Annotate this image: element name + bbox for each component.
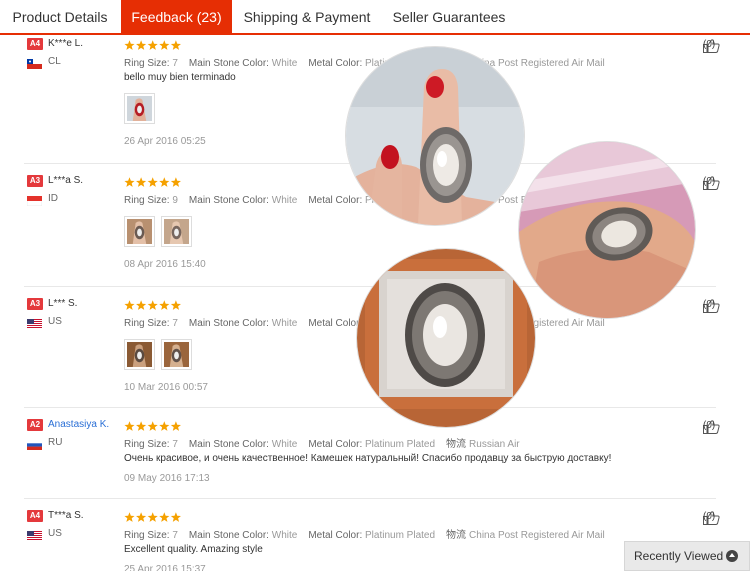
buyer-level-badge: A3	[27, 175, 43, 187]
stone-color-value: White	[271, 58, 298, 69]
review-photo-thumbnail[interactable]	[124, 216, 155, 247]
helpful-button[interactable]: (0)	[684, 298, 732, 313]
ring-size-label: Ring Size:	[124, 439, 170, 450]
ring-size-value: 7	[172, 318, 178, 329]
review-date: 10 Mar 2016 00:57	[124, 382, 208, 393]
stone-color-value: White	[271, 195, 298, 206]
buyer-name: T***a S.	[48, 510, 84, 521]
stone-color-label: Main Stone Color:	[188, 318, 269, 329]
buyer-name: L*** S.	[48, 298, 78, 309]
review-comment: Excellent quality. Amazing style	[124, 544, 263, 555]
order-attributes: Ring Size: 7 Main Stone Color: White Metal…	[124, 435, 531, 450]
metal-color-label: Metal Color:	[308, 318, 363, 329]
tab-product-details[interactable]: Product Details	[0, 0, 120, 34]
helpful-button[interactable]: (0)	[684, 175, 732, 190]
review-divider	[24, 498, 716, 499]
ring-size-value: 9	[172, 195, 178, 206]
ring-size-value: 7	[172, 530, 178, 541]
ring-size-label: Ring Size:	[124, 530, 170, 541]
ring-size-label: Ring Size:	[124, 195, 170, 206]
review-comment: Очень красивое, и очень качественное! Ка…	[124, 453, 612, 464]
buyer-level-badge: A4	[27, 38, 43, 50]
photo-circle-boxed-ring	[357, 249, 535, 427]
stone-color-value: White	[271, 439, 298, 450]
stone-color-label: Main Stone Color:	[188, 530, 269, 541]
ring-size-value: 7	[172, 58, 178, 69]
stone-color-value: White	[271, 318, 298, 329]
chevron-up-icon	[726, 550, 738, 562]
star-rating	[124, 38, 184, 50]
stone-color-label: Main Stone Color:	[188, 195, 269, 206]
photo-circle-worn-ring	[519, 142, 695, 318]
stone-color-value: White	[271, 530, 298, 541]
star-rating	[124, 510, 184, 522]
helpful-count: (0)	[703, 511, 716, 522]
tab-feedback[interactable]: Feedback (23)	[121, 0, 232, 35]
ring-size-value: 7	[172, 439, 178, 450]
flag-russia-icon	[27, 437, 42, 450]
stone-color-label: Main Stone Color:	[188, 58, 269, 69]
order-attributes: Ring Size: 7 Main Stone Color: White Metal…	[124, 54, 616, 69]
helpful-button[interactable]: (0)	[684, 419, 732, 434]
review-date: 25 Apr 2016 15:37	[124, 564, 206, 571]
recently-viewed-button[interactable]: Recently Viewed	[624, 541, 750, 571]
review-date: 09 May 2016 17:13	[124, 473, 210, 484]
buyer-level-badge: A3	[27, 298, 43, 310]
review-comment: bello muy bien terminado	[124, 72, 236, 83]
photo-circle-hand-ring	[346, 47, 524, 225]
buyer-country: US	[48, 316, 62, 327]
star-rating	[124, 298, 184, 310]
buyer-country: RU	[48, 437, 63, 448]
review-photo-thumbnail[interactable]	[124, 339, 155, 370]
buyer-country: CL	[48, 56, 61, 67]
logistics-icon: 物流	[446, 530, 467, 541]
tab-shipping-payment[interactable]: Shipping & Payment	[233, 0, 381, 34]
shipping-method: China Post Registered Air Mail	[469, 530, 605, 541]
flag-chile-icon	[27, 56, 42, 69]
review-photo-thumbnail[interactable]	[124, 93, 155, 124]
metal-color-value: Platinum Plated	[365, 530, 436, 541]
helpful-count: (0)	[703, 420, 716, 431]
helpful-count: (0)	[703, 299, 716, 310]
metal-color-label: Metal Color:	[308, 439, 363, 450]
order-attributes: Ring Size: 7 Main Stone Color: White Metal…	[124, 526, 616, 541]
review-photo-thumbnail[interactable]	[161, 216, 192, 247]
helpful-button[interactable]: (0)	[684, 510, 732, 525]
buyer-level-badge: A2	[27, 419, 43, 431]
ring-size-label: Ring Size:	[124, 58, 170, 69]
metal-color-label: Metal Color:	[308, 58, 363, 69]
tab-bar: Product Details Feedback (23) Shipping &…	[0, 0, 750, 35]
buyer-name[interactable]: Anastasiya K.	[48, 419, 109, 430]
buyer-country: US	[48, 528, 62, 539]
review-divider	[24, 407, 716, 408]
review-date: 08 Apr 2016 15:40	[124, 259, 206, 270]
stone-color-label: Main Stone Color:	[188, 439, 269, 450]
metal-color-label: Metal Color:	[308, 195, 363, 206]
tab-seller-guarantees[interactable]: Seller Guarantees	[381, 0, 517, 34]
helpful-button[interactable]: (0)	[684, 38, 732, 53]
metal-color-label: Metal Color:	[308, 530, 363, 541]
buyer-name: L***a S.	[48, 175, 84, 186]
metal-color-value: Platinum Plated	[365, 439, 436, 450]
shipping-method: Russian Air	[469, 439, 520, 450]
buyer-level-badge: A4	[27, 510, 43, 522]
helpful-count: (0)	[703, 39, 716, 50]
helpful-count: (0)	[703, 176, 716, 187]
flag-usa-icon	[27, 528, 42, 541]
flag-usa-icon	[27, 316, 42, 329]
buyer-country: ID	[48, 193, 58, 204]
recently-viewed-label: Recently Viewed	[634, 549, 724, 563]
review-photo-thumbnail[interactable]	[161, 339, 192, 370]
flag-indonesia-icon	[26, 193, 43, 207]
logistics-icon: 物流	[446, 439, 467, 450]
star-rating	[124, 175, 184, 187]
star-rating	[124, 419, 184, 431]
buyer-name: K***e L.	[48, 38, 84, 49]
ring-size-label: Ring Size:	[124, 318, 170, 329]
review-date: 26 Apr 2016 05:25	[124, 136, 206, 147]
